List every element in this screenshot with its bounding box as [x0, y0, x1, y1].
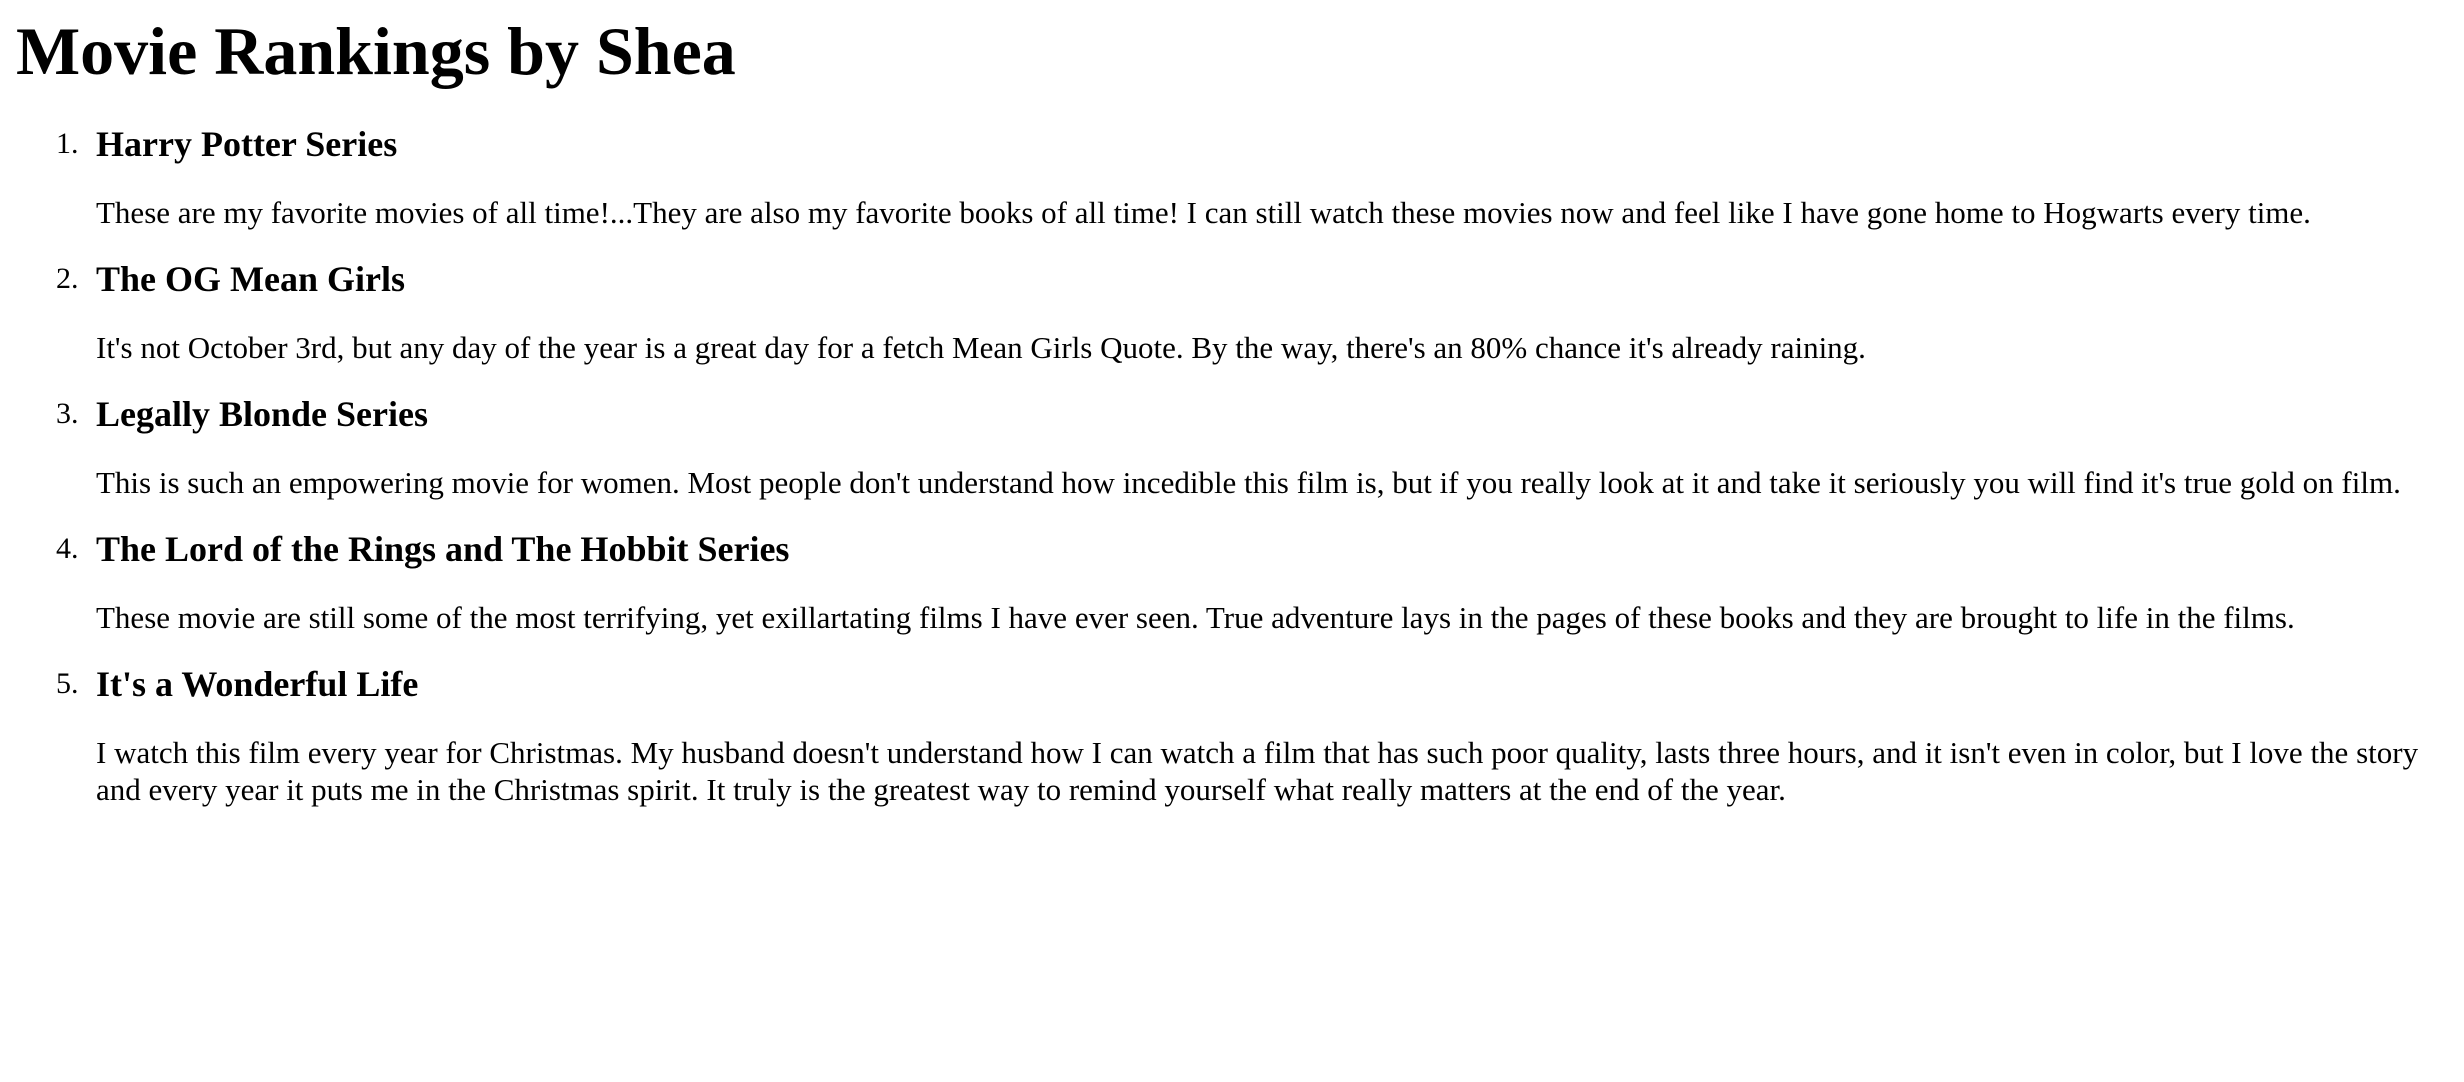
page: Movie Rankings by Shea 1. Harry Potter S… — [0, 0, 2464, 1082]
movie-title: Legally Blonde Series — [96, 394, 428, 434]
list-item: 5. It's a Wonderful Life I watch this fi… — [56, 658, 2464, 808]
page-title: Movie Rankings by Shea — [16, 13, 736, 89]
rank-number: 1. — [56, 127, 79, 160]
rank-number: 2. — [56, 262, 79, 295]
movie-title: The OG Mean Girls — [96, 259, 405, 299]
rank-number: 5. — [56, 667, 79, 700]
movie-description: This is such an empowering movie for wom… — [96, 465, 2401, 500]
movie-ranking-list: 1. Harry Potter Series These are my favo… — [16, 118, 2464, 808]
movie-description: I watch this film every year for Christm… — [96, 735, 2419, 807]
list-item: 4. The Lord of the Rings and The Hobbit … — [56, 523, 2464, 636]
movie-title: Harry Potter Series — [96, 124, 398, 164]
movie-description: These movie are still some of the most t… — [96, 600, 2295, 635]
movie-title: It's a Wonderful Life — [96, 664, 419, 704]
rank-number: 3. — [56, 397, 79, 430]
movie-description: These are my favorite movies of all time… — [96, 195, 2311, 230]
list-item: 3. Legally Blonde Series This is such an… — [56, 388, 2464, 501]
rank-number: 4. — [56, 532, 79, 565]
list-item: 2. The OG Mean Girls It's not October 3r… — [56, 253, 2464, 366]
movie-title: The Lord of the Rings and The Hobbit Ser… — [96, 529, 790, 569]
movie-description: It's not October 3rd, but any day of the… — [96, 330, 1866, 365]
list-item: 1. Harry Potter Series These are my favo… — [56, 118, 2464, 231]
